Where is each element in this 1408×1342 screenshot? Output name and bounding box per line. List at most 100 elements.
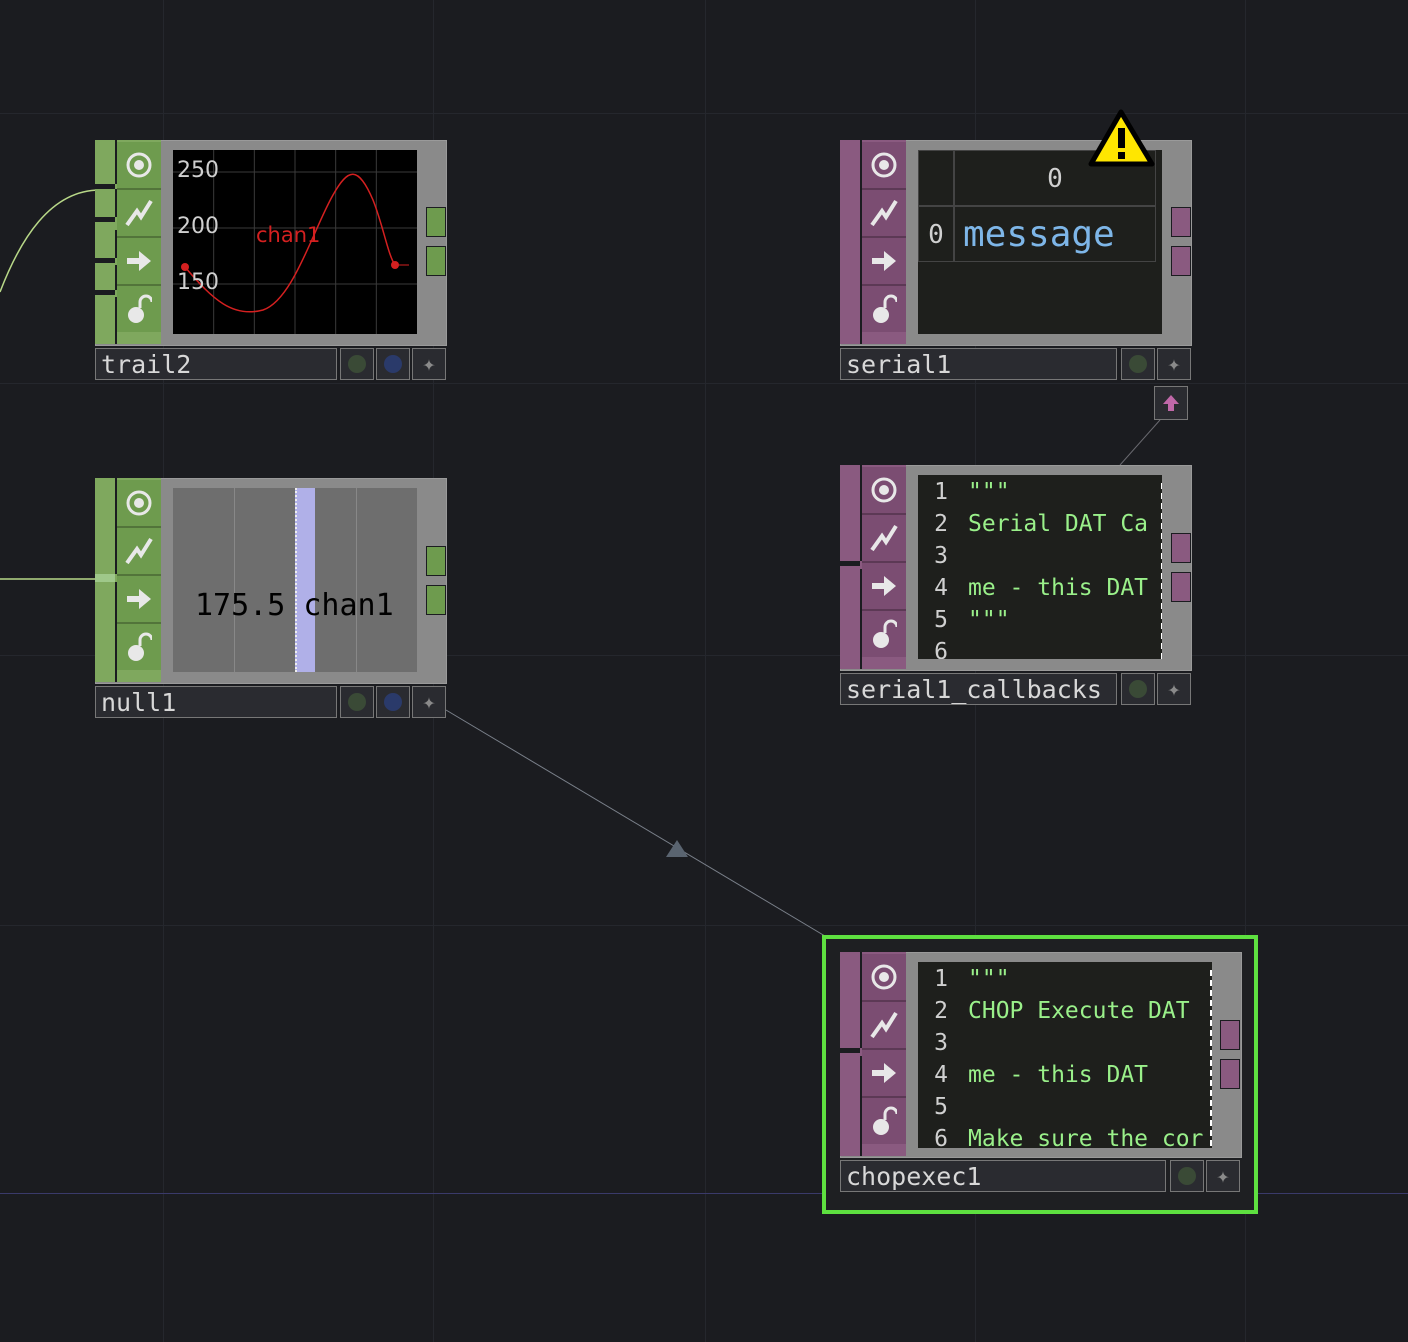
cook-button[interactable] <box>862 190 906 238</box>
node-name-field[interactable]: serial1_callbacks <box>840 673 1117 705</box>
node-menu-button[interactable]: ✦ <box>412 348 446 380</box>
inlet-connector[interactable] <box>95 140 117 184</box>
wire-into-trail2[interactable] <box>0 189 101 293</box>
node-chopexec1[interactable]: 1 """ 2 CHOP Execute DAT 3 4 me - this DAT … <box>840 952 1242 1196</box>
viewer-toggle-button[interactable] <box>117 480 161 528</box>
display-flag-button[interactable] <box>340 348 374 380</box>
node-serial1[interactable]: 0 0 message serial1 ✦ <box>840 140 1192 420</box>
node-name-field[interactable]: chopexec1 <box>840 1160 1166 1192</box>
outlet-connector[interactable] <box>426 585 446 615</box>
node-icon-column <box>862 952 906 1156</box>
node-menu-button[interactable]: ✦ <box>412 686 446 718</box>
render-flag-dot <box>384 693 402 711</box>
node-name-field[interactable]: serial1 <box>840 348 1117 380</box>
viewer-gridline <box>356 488 357 672</box>
outlet-connector[interactable] <box>1171 533 1191 563</box>
lightning-icon <box>125 199 153 227</box>
lock-button[interactable] <box>862 1098 906 1144</box>
viewer-toggle-button[interactable] <box>862 467 906 515</box>
cook-button[interactable] <box>862 515 906 563</box>
display-flag-button[interactable] <box>1170 1160 1204 1192</box>
display-flag-button[interactable] <box>1121 348 1155 380</box>
lock-button[interactable] <box>862 611 906 657</box>
value-bar <box>295 488 315 672</box>
display-flag-button[interactable] <box>1121 673 1155 705</box>
bypass-button[interactable] <box>117 576 161 624</box>
node-menu-button[interactable]: ✦ <box>1157 673 1191 705</box>
lightning-icon <box>870 1011 898 1039</box>
outlet-connector[interactable] <box>1220 1020 1240 1050</box>
lock-icon <box>128 294 152 323</box>
node-null1[interactable]: 175.5 chan1 null1 ✦ <box>95 478 447 722</box>
lock-icon <box>128 632 152 661</box>
node-serial1-callbacks[interactable]: 1 """ 2 Serial DAT Ca 3 4 me - this DAT 5 ""… <box>840 465 1192 709</box>
outlet-connector[interactable] <box>1171 246 1191 276</box>
node-menu-button[interactable]: ✦ <box>1157 348 1191 380</box>
wrap-guide <box>1210 970 1212 1146</box>
bypass-button[interactable] <box>862 563 906 611</box>
code-viewer[interactable]: 1 """ 2 CHOP Execute DAT 3 4 me - this DAT … <box>918 962 1212 1148</box>
wire-callbacks-dock <box>1119 419 1161 466</box>
inlet-connector[interactable] <box>95 189 117 217</box>
inlet-separator <box>95 217 115 222</box>
render-flag-button[interactable] <box>376 348 410 380</box>
outlet-connector[interactable] <box>426 546 446 576</box>
arrow-right-icon <box>872 251 896 271</box>
table-cell[interactable]: message <box>954 206 1156 262</box>
node-menu-button[interactable]: ✦ <box>1206 1160 1240 1192</box>
wire-null1-to-chopexec1[interactable] <box>445 709 841 946</box>
inlet-connector[interactable] <box>840 569 862 669</box>
cook-button[interactable] <box>117 190 161 238</box>
node-name-field[interactable]: null1 <box>95 686 337 718</box>
viewer-toggle-button[interactable] <box>117 142 161 190</box>
outlet-connector[interactable] <box>1171 572 1191 602</box>
table-corner-cell <box>918 150 954 206</box>
outlet-connector[interactable] <box>426 207 446 237</box>
node-name-field[interactable]: trail2 <box>95 348 337 380</box>
arrow-right-icon <box>872 576 896 596</box>
viewer-toggle-button[interactable] <box>862 142 906 190</box>
inlet-connector[interactable] <box>95 265 117 290</box>
code-viewer[interactable]: 1 """ 2 Serial DAT Ca 3 4 me - this DAT 5 ""… <box>918 475 1162 659</box>
value-viewer[interactable]: 175.5 chan1 <box>173 488 417 672</box>
bypass-button[interactable] <box>862 1050 906 1098</box>
outlet-connector[interactable] <box>1220 1059 1240 1089</box>
inlet-connector[interactable] <box>840 140 862 344</box>
render-flag-button[interactable] <box>376 686 410 718</box>
lock-button[interactable] <box>117 624 161 670</box>
inlet-connector[interactable] <box>95 582 117 682</box>
node-trail2[interactable]: 250 200 150 chan1 trail2 ✦ <box>95 140 447 384</box>
graph-viewer[interactable]: 250 200 150 chan1 <box>173 150 417 334</box>
lock-button[interactable] <box>862 286 906 332</box>
inlet-connector[interactable] <box>95 478 117 574</box>
docked-ops-button[interactable] <box>1154 386 1188 420</box>
target-icon <box>871 152 897 178</box>
inlet-connector[interactable] <box>840 952 862 1048</box>
inlet-connector[interactable] <box>95 230 117 258</box>
bypass-button[interactable] <box>117 238 161 286</box>
y-tick-label: 200 <box>177 214 219 239</box>
outlet-connector[interactable] <box>426 246 446 276</box>
inlet-connector[interactable] <box>840 1056 862 1156</box>
node-icon-column <box>117 140 161 344</box>
inlet-connector[interactable] <box>840 465 862 561</box>
plus-icon: ✦ <box>422 351 436 377</box>
y-tick-label: 150 <box>177 270 219 295</box>
viewer-toggle-button[interactable] <box>862 954 906 1002</box>
table-viewer[interactable]: 0 0 message <box>918 150 1162 334</box>
warning-triangle-icon[interactable] <box>1088 108 1158 170</box>
y-tick-label: 250 <box>177 158 219 183</box>
outlet-connector[interactable] <box>1171 207 1191 237</box>
target-icon <box>871 964 897 990</box>
lock-button[interactable] <box>117 286 161 332</box>
bypass-button[interactable] <box>862 238 906 286</box>
cook-button[interactable] <box>862 1002 906 1050</box>
viewer-gridline <box>234 488 235 672</box>
lock-icon <box>873 1106 897 1135</box>
cook-button[interactable] <box>117 528 161 576</box>
display-flag-dot <box>1129 355 1147 373</box>
inlet-connector[interactable] <box>95 297 117 344</box>
display-flag-button[interactable] <box>340 686 374 718</box>
wire-direction-arrow-icon <box>666 840 688 857</box>
plus-icon: ✦ <box>1167 351 1181 377</box>
